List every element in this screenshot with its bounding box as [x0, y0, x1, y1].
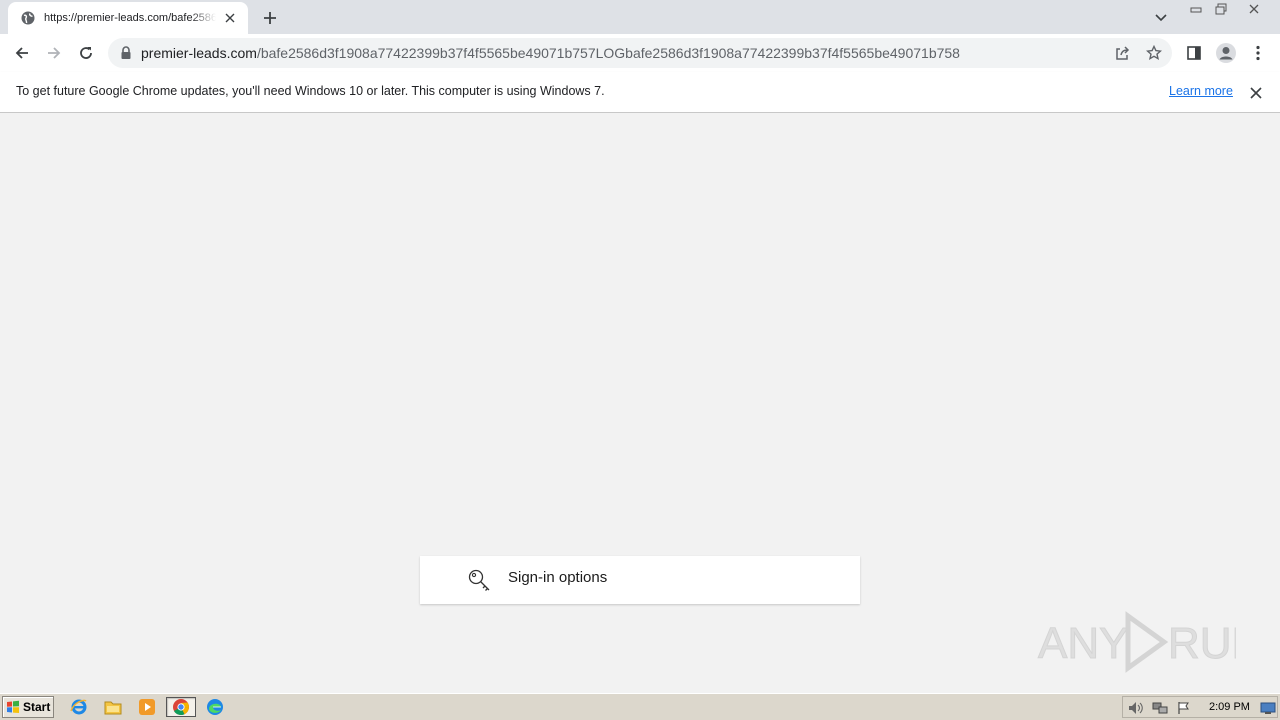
minimize-window-icon[interactable] [1184, 0, 1208, 18]
url-text[interactable]: premier-leads.com/bafe2586d3f1908a774223… [141, 38, 960, 68]
back-icon[interactable] [8, 39, 36, 67]
network-icon[interactable] [1151, 699, 1169, 717]
key-icon [468, 569, 490, 591]
signin-options-label: Sign-in options [508, 569, 608, 586]
start-label: Start [23, 700, 51, 714]
media-player-icon[interactable] [136, 697, 158, 717]
tab-close-icon[interactable] [222, 10, 238, 26]
address-bar[interactable]: premier-leads.com/bafe2586d3f1908a774223… [108, 38, 1172, 68]
anyrun-watermark: ANY RUN [1038, 611, 1236, 673]
tab-strip: https://premier-leads.com/bafe2586d3f190… [0, 0, 1280, 34]
url-path: /bafe2586d3f1908a77422399b37f4f5565be490… [256, 45, 960, 61]
volume-icon[interactable] [1127, 699, 1145, 717]
chrome-icon[interactable] [166, 697, 196, 717]
side-panel-icon[interactable] [1180, 39, 1208, 67]
browser-tab[interactable]: https://premier-leads.com/bafe2586d3f190… [8, 2, 248, 34]
svg-text:RUN: RUN [1168, 619, 1236, 668]
globe-icon [21, 11, 35, 25]
tab-title: https://premier-leads.com/bafe2586d3f190… [44, 12, 216, 24]
svg-text:ANY: ANY [1038, 619, 1128, 668]
browser-toolbar: premier-leads.com/bafe2586d3f1908a774223… [0, 34, 1280, 72]
update-infobar: To get future Google Chrome updates, you… [0, 72, 1280, 113]
url-host: premier-leads.com [141, 45, 257, 61]
windows-logo-icon [7, 700, 19, 713]
start-button[interactable]: Start [2, 696, 54, 718]
windows-taskbar: Start 2:09 PM [0, 693, 1280, 720]
show-desktop-icon[interactable] [1259, 699, 1277, 717]
signin-options-button[interactable]: Sign-in options [420, 556, 860, 604]
action-center-flag-icon[interactable] [1175, 699, 1193, 717]
edge-icon[interactable] [204, 697, 226, 717]
file-explorer-icon[interactable] [102, 697, 124, 717]
learn-more-link[interactable]: Learn more [1169, 84, 1233, 98]
infobar-close-icon[interactable] [1247, 84, 1265, 102]
taskbar-clock[interactable]: 2:09 PM [1209, 701, 1250, 713]
lock-icon[interactable] [120, 46, 132, 60]
more-menu-icon[interactable] [1244, 39, 1272, 67]
new-tab-icon[interactable] [258, 6, 282, 30]
profile-icon[interactable] [1212, 39, 1240, 67]
share-icon[interactable] [1112, 43, 1132, 63]
reload-icon[interactable] [72, 39, 100, 67]
restore-window-icon[interactable] [1209, 0, 1233, 18]
bookmark-star-icon[interactable] [1144, 43, 1164, 63]
infobar-message: To get future Google Chrome updates, you… [16, 84, 605, 98]
forward-icon[interactable] [40, 39, 68, 67]
internet-explorer-icon[interactable] [68, 697, 90, 717]
tab-search-icon[interactable] [1150, 7, 1172, 29]
system-tray: 2:09 PM [1122, 696, 1278, 718]
close-window-icon[interactable] [1236, 0, 1272, 18]
